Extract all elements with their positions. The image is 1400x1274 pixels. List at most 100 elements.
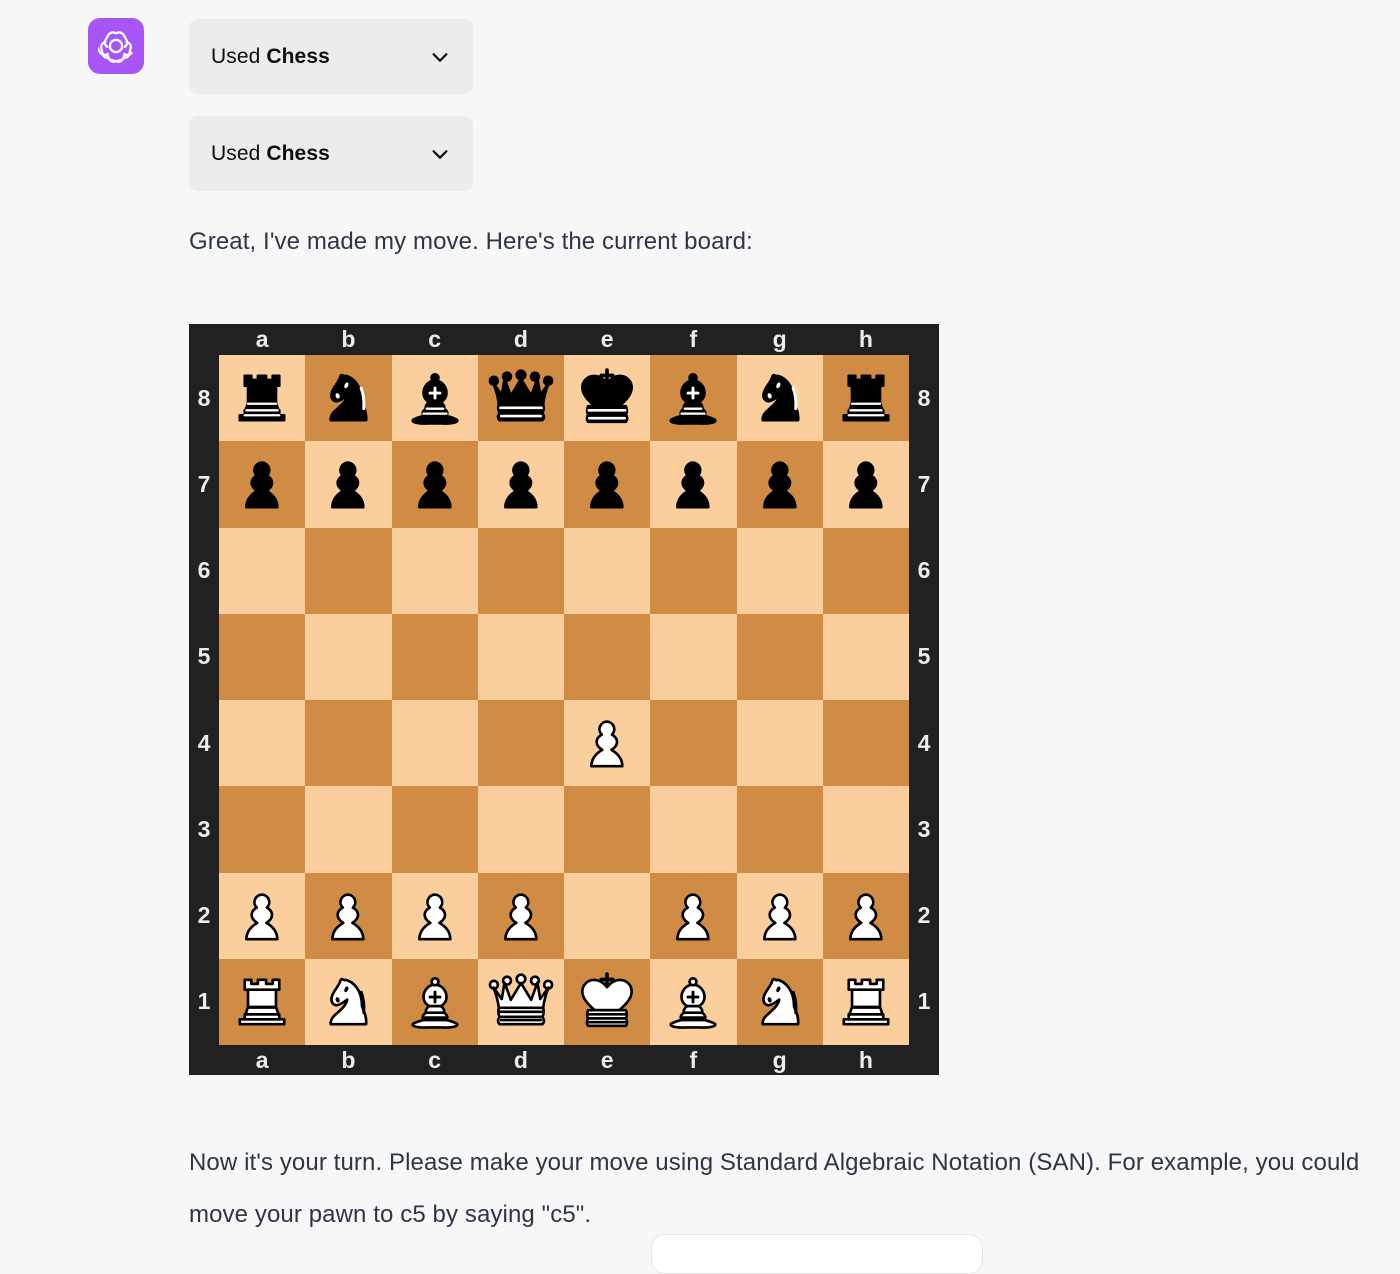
board-square-d3[interactable] [477, 786, 564, 873]
board-square-g1[interactable] [736, 958, 823, 1045]
black-pawn-icon[interactable] [311, 447, 385, 521]
board-square-g2[interactable] [736, 872, 823, 959]
black-rook-icon[interactable] [225, 361, 299, 435]
board-square-f6[interactable] [650, 527, 737, 614]
board-square-a4[interactable] [219, 700, 306, 787]
board-square-f5[interactable] [650, 613, 737, 700]
black-king-icon[interactable] [570, 361, 644, 435]
board-square-f8[interactable] [650, 355, 737, 442]
black-pawn-icon[interactable] [743, 447, 817, 521]
board-square-d7[interactable] [477, 441, 564, 528]
board-square-h1[interactable] [822, 958, 909, 1045]
board-squares[interactable] [219, 355, 909, 1045]
board-square-c1[interactable] [391, 958, 478, 1045]
board-square-h7[interactable] [822, 441, 909, 528]
white-bishop-icon[interactable] [656, 965, 730, 1039]
board-square-h4[interactable] [822, 700, 909, 787]
board-square-f1[interactable] [650, 958, 737, 1045]
chess-board[interactable]: a b c d e f g h 8 7 6 5 4 3 2 1 8 7 6 5 … [189, 324, 939, 1075]
black-bishop-icon[interactable] [398, 361, 472, 435]
board-square-a6[interactable] [219, 527, 306, 614]
message-composer[interactable] [651, 1234, 983, 1274]
black-knight-icon[interactable] [311, 361, 385, 435]
board-square-h8[interactable] [822, 355, 909, 442]
board-square-h3[interactable] [822, 786, 909, 873]
board-square-b3[interactable] [305, 786, 392, 873]
white-pawn-icon[interactable] [829, 879, 903, 953]
white-pawn-icon[interactable] [743, 879, 817, 953]
white-king-icon[interactable] [570, 965, 644, 1039]
white-pawn-icon[interactable] [484, 879, 558, 953]
board-square-c6[interactable] [391, 527, 478, 614]
board-square-b1[interactable] [305, 958, 392, 1045]
board-square-f2[interactable] [650, 872, 737, 959]
white-rook-icon[interactable] [225, 965, 299, 1039]
board-square-h5[interactable] [822, 613, 909, 700]
white-bishop-icon[interactable] [398, 965, 472, 1039]
black-rook-icon[interactable] [829, 361, 903, 435]
chevron-down-icon[interactable] [429, 143, 451, 165]
board-square-h6[interactable] [822, 527, 909, 614]
board-square-e1[interactable] [564, 958, 651, 1045]
tool-call-chess-2[interactable]: Used Chess [189, 116, 473, 191]
board-square-a1[interactable] [219, 958, 306, 1045]
board-square-c4[interactable] [391, 700, 478, 787]
chevron-down-icon[interactable] [429, 46, 451, 68]
tool-call-chess-1[interactable]: Used Chess [189, 19, 473, 94]
board-square-a8[interactable] [219, 355, 306, 442]
black-pawn-icon[interactable] [570, 447, 644, 521]
board-square-h2[interactable] [822, 872, 909, 959]
white-rook-icon[interactable] [829, 965, 903, 1039]
board-square-g8[interactable] [736, 355, 823, 442]
board-square-g7[interactable] [736, 441, 823, 528]
board-square-a3[interactable] [219, 786, 306, 873]
board-square-d5[interactable] [477, 613, 564, 700]
white-pawn-icon[interactable] [398, 879, 472, 953]
board-square-e4[interactable] [564, 700, 651, 787]
board-square-e7[interactable] [564, 441, 651, 528]
board-square-c2[interactable] [391, 872, 478, 959]
board-square-f3[interactable] [650, 786, 737, 873]
board-square-b7[interactable] [305, 441, 392, 528]
board-square-e5[interactable] [564, 613, 651, 700]
board-square-e3[interactable] [564, 786, 651, 873]
board-square-e2[interactable] [564, 872, 651, 959]
board-square-c7[interactable] [391, 441, 478, 528]
board-square-c8[interactable] [391, 355, 478, 442]
board-square-b4[interactable] [305, 700, 392, 787]
board-square-d4[interactable] [477, 700, 564, 787]
board-square-d6[interactable] [477, 527, 564, 614]
black-queen-icon[interactable] [484, 361, 558, 435]
black-pawn-icon[interactable] [829, 447, 903, 521]
white-queen-icon[interactable] [484, 965, 558, 1039]
board-square-e6[interactable] [564, 527, 651, 614]
board-square-g5[interactable] [736, 613, 823, 700]
board-square-a5[interactable] [219, 613, 306, 700]
board-square-b2[interactable] [305, 872, 392, 959]
white-pawn-icon[interactable] [225, 879, 299, 953]
board-square-c3[interactable] [391, 786, 478, 873]
black-bishop-icon[interactable] [656, 361, 730, 435]
white-pawn-icon[interactable] [656, 879, 730, 953]
board-square-d2[interactable] [477, 872, 564, 959]
board-square-b6[interactable] [305, 527, 392, 614]
board-square-g4[interactable] [736, 700, 823, 787]
board-square-g6[interactable] [736, 527, 823, 614]
black-pawn-icon[interactable] [225, 447, 299, 521]
board-square-b8[interactable] [305, 355, 392, 442]
black-pawn-icon[interactable] [656, 447, 730, 521]
black-knight-icon[interactable] [743, 361, 817, 435]
board-square-g3[interactable] [736, 786, 823, 873]
board-square-d1[interactable] [477, 958, 564, 1045]
board-square-e8[interactable] [564, 355, 651, 442]
white-knight-icon[interactable] [743, 965, 817, 1039]
board-square-a7[interactable] [219, 441, 306, 528]
white-pawn-icon[interactable] [311, 879, 385, 953]
white-knight-icon[interactable] [311, 965, 385, 1039]
black-pawn-icon[interactable] [398, 447, 472, 521]
board-square-c5[interactable] [391, 613, 478, 700]
white-pawn-icon[interactable] [570, 706, 644, 780]
black-pawn-icon[interactable] [484, 447, 558, 521]
board-square-a2[interactable] [219, 872, 306, 959]
board-square-d8[interactable] [477, 355, 564, 442]
